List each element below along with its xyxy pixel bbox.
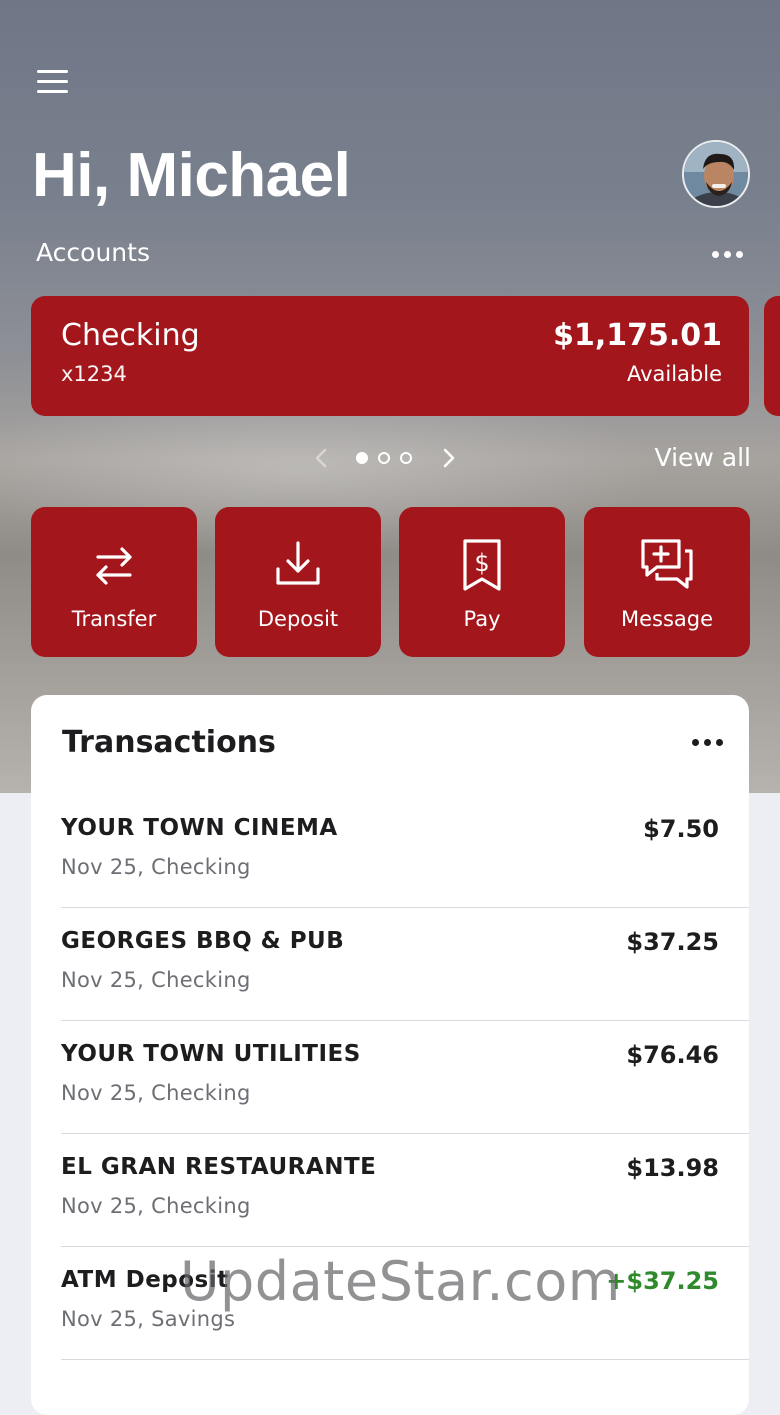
deposit-icon [276,541,320,585]
transaction-name: GEORGES BBQ & PUB [61,928,345,954]
transactions-more-icon[interactable] [692,739,723,746]
message-button[interactable]: Message [584,507,750,657]
pay-bill-icon: $ [463,539,501,591]
greeting-title: Hi, Michael [32,141,351,210]
transaction-row[interactable]: EL GRAN RESTAURANTE Nov 25, Checking $13… [61,1134,749,1247]
menu-icon[interactable] [37,70,69,96]
chevron-left-icon[interactable] [310,446,334,470]
transaction-date-account: Nov 25, Checking [61,1194,251,1218]
next-account-card[interactable] [764,296,780,416]
message-icon [641,539,693,589]
transaction-name: EL GRAN RESTAURANTE [61,1154,377,1180]
transaction-name: YOUR TOWN CINEMA [61,815,338,841]
message-label: Message [620,607,714,631]
transfer-button[interactable]: Transfer [31,507,197,657]
account-balance: $1,175.01 [553,318,722,353]
accounts-label: Accounts [36,238,150,267]
deposit-button[interactable]: Deposit [215,507,381,657]
transaction-date-account: Nov 25, Checking [61,1081,251,1105]
transfer-icon [96,547,132,585]
page-dot[interactable] [400,452,412,464]
transaction-row[interactable]: YOUR TOWN UTILITIES Nov 25, Checking $76… [61,1021,749,1134]
avatar[interactable] [682,140,750,208]
account-name: Checking [61,318,200,353]
pay-button[interactable]: $ Pay [399,507,565,657]
transaction-amount: $76.46 [626,1041,719,1069]
transaction-amount: $13.98 [626,1154,719,1182]
chevron-right-icon[interactable] [436,446,460,470]
transaction-amount-credit: +$37.25 [606,1267,719,1295]
watermark: UpdateStar.com [180,1250,621,1313]
transfer-label: Transfer [71,607,157,631]
accounts-more-icon[interactable] [712,242,748,266]
account-number: x1234 [61,362,127,386]
deposit-label: Deposit [257,607,339,631]
transaction-amount: $37.25 [626,928,719,956]
quick-actions: Transfer Deposit $ Pay Message [31,507,751,657]
transaction-date-account: Nov 25, Checking [61,855,251,879]
transaction-row[interactable]: GEORGES BBQ & PUB Nov 25, Checking $37.2… [61,908,749,1021]
account-balance-label: Available [626,362,722,386]
page-dot[interactable] [378,452,390,464]
transactions-title: Transactions [62,725,276,760]
pay-label: Pay [463,607,501,631]
transaction-amount: $7.50 [643,815,719,843]
transaction-name: YOUR TOWN UTILITIES [61,1041,361,1067]
transaction-row[interactable]: YOUR TOWN CINEMA Nov 25, Checking $7.50 [61,795,749,908]
view-all-link[interactable]: View all [655,443,751,472]
svg-text:$: $ [474,549,489,577]
account-card-checking[interactable]: Checking x1234 $1,175.01 Available [31,296,749,416]
transaction-date-account: Nov 25, Checking [61,968,251,992]
page-dot[interactable] [356,452,368,464]
account-pager [310,440,460,476]
